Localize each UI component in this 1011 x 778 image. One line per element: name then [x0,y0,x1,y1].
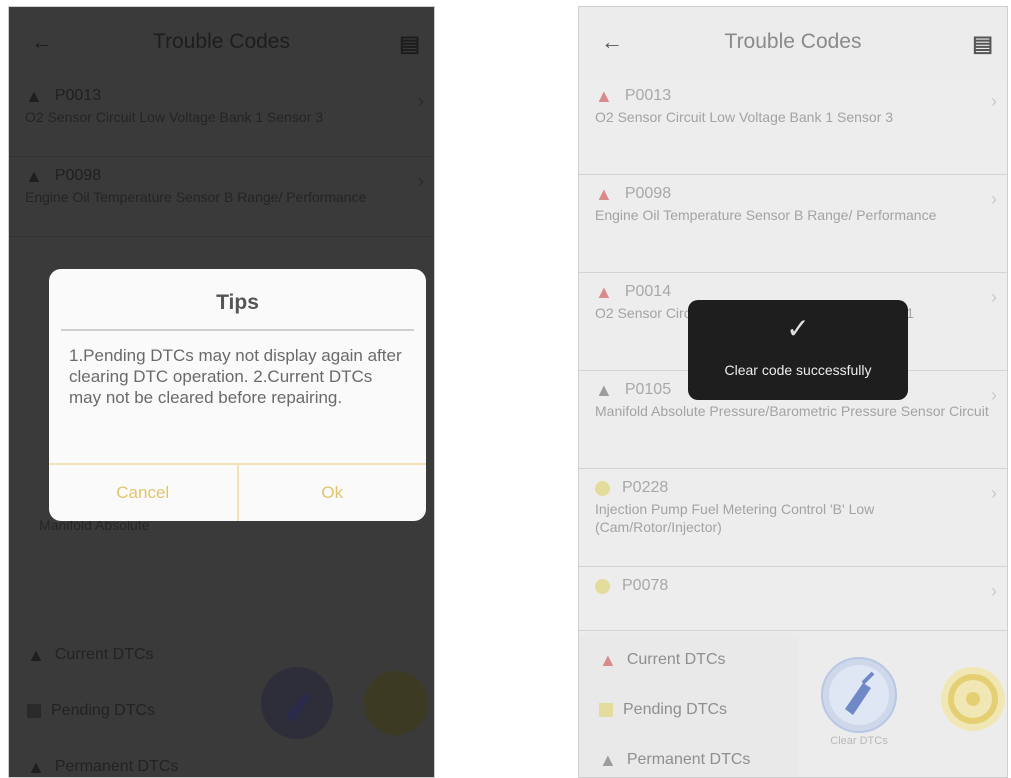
pending-icon [27,704,41,718]
code-label: P0098 [624,185,672,202]
warning-triangle-icon: ▲ [595,282,613,302]
page-title: Trouble Codes [153,30,290,53]
clear-dtc-button[interactable] [821,657,897,733]
toast-success: ✓ Clear code successfully [688,300,908,400]
legend-pending: Pending DTCs [9,683,178,739]
code-label: P0013 [54,87,102,104]
cancel-button[interactable]: Cancel [49,465,239,521]
warning-triangle-icon: ▲ [25,166,43,186]
code-row[interactable]: ▲ P0098 Engine Oil Temperature Sensor B … [579,175,1007,273]
code-label: P0014 [624,283,672,300]
clear-dtc-button[interactable] [261,667,333,739]
code-row[interactable]: P0078 › [579,567,1007,631]
code-description: Engine Oil Temperature Sensor B Range/ P… [25,189,367,205]
arrow-left-icon[interactable]: ← [31,31,53,53]
page-title: Trouble Codes [724,30,862,53]
broom-icon [285,693,311,723]
legend-label: Current DTCs [54,646,154,663]
pending-icon [599,703,613,717]
arrow-left-icon[interactable]: ← [601,31,623,53]
dialog-body: 1.Pending DTCs may not display again aft… [69,346,402,407]
clear-dtc-label: Clear DTCs [830,735,888,747]
warning-triangle-icon: ▲ [25,86,43,106]
chevron-right-icon: › [991,581,997,601]
code-label: P0228 [622,479,669,496]
dtc-legend: ▲ Current DTCs Pending DTCs ▲ Permanent … [9,627,179,777]
code-label: P0098 [54,167,102,184]
header: ← Trouble Codes ▤ [9,7,434,77]
code-row[interactable]: ▲ P0013 O2 Sensor Circuit Low Voltage Ba… [579,77,1007,175]
help-button[interactable] [941,667,1005,731]
toast-message: Clear code successfully [724,362,872,378]
report-icon[interactable]: ▤ [399,31,420,57]
code-description: O2 Sensor Circuit Low Voltage Bank 1 Sen… [595,109,894,125]
left-phone-screen: ← Trouble Codes ▤ ▲ P0013 O2 Sensor Circ… [8,6,435,778]
pending-icon [595,480,610,496]
check-icon: ✓ [786,313,810,344]
warning-triangle-icon: ▲ [599,750,617,770]
code-label: P0105 [624,381,672,398]
broom-icon [829,665,889,725]
pending-icon [595,578,610,594]
warning-triangle-icon: ▲ [27,645,45,665]
code-description: Engine Oil Temperature Sensor B Range/ P… [595,207,937,223]
header: ← Trouble Codes ▤ [579,7,1007,77]
chevron-right-icon: › [418,91,424,111]
legend-permanent: ▲ Permanent DTCs [9,739,179,777]
code-label: P0013 [624,87,672,104]
chevron-right-icon: › [991,91,997,111]
dialog-actions: Cancel Ok [49,463,426,521]
code-row[interactable]: ▲ P0013 O2 Sensor Circuit Low Voltage Ba… [9,77,434,157]
legend-label: Pending DTCs [51,702,156,719]
legend-label: Permanent DTCs [626,751,751,768]
chevron-right-icon: › [991,189,997,209]
code-row[interactable]: ▲ P0098 Engine Oil Temperature Sensor B … [9,157,434,237]
chevron-right-icon: › [418,171,424,191]
code-description: O2 Sensor Circuit Low Voltage Bank 1 Sen… [25,109,324,125]
code-row[interactable]: P0228 Injection Pump Fuel Metering Contr… [579,469,1007,567]
report-icon[interactable]: ▤ [972,31,993,57]
dialog-title: Tips [216,291,259,314]
help-button[interactable] [364,671,428,735]
warning-triangle-icon: ▲ [27,757,45,777]
warning-triangle-icon: ▲ [595,184,613,204]
legend-permanent: ▲ Permanent DTCs [579,735,799,777]
legend-label: Current DTCs [626,651,726,668]
code-description: Manifold Absolute Pressure/Barometric Pr… [595,403,989,419]
code-list: ▲ P0013 O2 Sensor Circuit Low Voltage Ba… [9,77,434,237]
legend-current: ▲ Current DTCs [579,635,799,685]
chevron-right-icon: › [991,483,997,503]
warning-triangle-icon: ▲ [595,380,613,400]
legend-current: ▲ Current DTCs [9,627,178,683]
chevron-right-icon: › [991,287,997,307]
warning-triangle-icon: ▲ [595,86,613,106]
legend-pending: Pending DTCs [579,685,799,735]
legend-label: Permanent DTCs [54,758,179,775]
ok-button[interactable]: Ok [239,465,427,521]
code-description: Injection Pump Fuel Metering Control 'B'… [595,501,875,535]
warning-triangle-icon: ▲ [599,650,617,670]
tips-dialog: Tips 1.Pending DTCs may not display agai… [49,269,426,521]
dtc-legend: ▲ Current DTCs Pending DTCs ▲ Permanent … [579,635,799,777]
legend-label: Pending DTCs [623,701,728,718]
code-label: P0078 [622,577,669,594]
chevron-right-icon: › [991,385,997,405]
